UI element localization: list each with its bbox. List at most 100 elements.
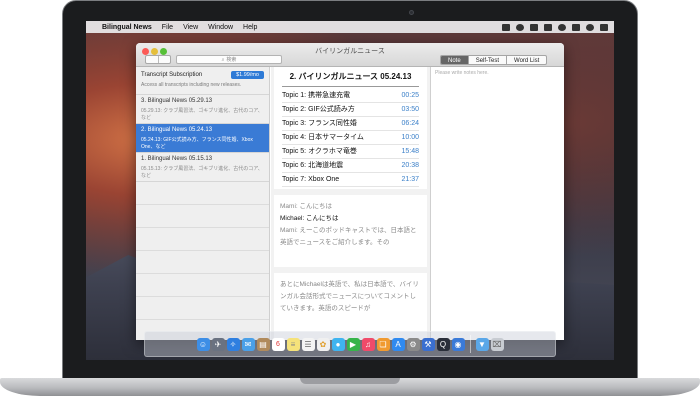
mail-icon[interactable]: ✉ [241, 337, 255, 351]
dock-separator [469, 335, 471, 353]
empty-row [136, 228, 269, 251]
messages-icon[interactable]: ● [331, 337, 345, 351]
topic-title: Topic 3: フランス同性婚 [282, 120, 357, 127]
episode-content: 2. バイリンガルニュース 05.24.13 Topic 1: 携帯急速充電 00… [271, 67, 431, 340]
status-app-icon[interactable] [502, 23, 510, 31]
menu-status-area [502, 23, 614, 31]
transcript-paragraph: あとにMichaelは英語で、私は日本語で、バイリンガル会話形式でニュースについ… [280, 281, 419, 312]
app-window: バイリンガルニュース ⌕ 検索 Note Self-Test Word List… [136, 43, 564, 340]
topic-title: Topic 1: 携帯急速充電 [282, 92, 351, 99]
dock: ☺ ✈ ✧ ✉ ▤ 6 ≡ ☰ ✿ ● ▶ ♫ ❏ A ⚙ ⚒ Q ◉ ▼ ⌧ [144, 331, 556, 357]
subscription-title: Transcript Subscription [141, 72, 203, 78]
sidebar-toggle-button[interactable] [145, 55, 171, 64]
menu-help[interactable]: Help [243, 24, 257, 31]
transcript-line: Mami: こんにちは [280, 203, 332, 210]
facetime-icon[interactable]: ▶ [346, 337, 360, 351]
view-segmented-control: Note Self-Test Word List [440, 55, 548, 65]
wifi-icon[interactable] [558, 23, 566, 31]
notes-icon[interactable]: ≡ [286, 337, 300, 351]
status-dropbox-icon[interactable] [530, 23, 538, 31]
topic-title: Topic 4: 日本サマータイム [282, 134, 364, 141]
episode-description: 05.24.13: GIF公式読み方、フランス同性婚、Xbox One、など [141, 137, 253, 150]
episode-heading: 2. バイリンガルニュース 05.24.13 [282, 71, 419, 87]
network-icon[interactable]: ◉ [451, 337, 465, 351]
spotlight-icon[interactable] [586, 23, 594, 31]
topic-time-link[interactable]: 20:38 [401, 159, 419, 172]
contacts-icon[interactable]: ▤ [256, 337, 270, 351]
empty-row [136, 182, 269, 205]
reminders-icon[interactable]: ☰ [301, 337, 315, 351]
search-placeholder: 検索 [226, 57, 237, 63]
episode-item-selected[interactable]: 2. Bilingual News 05.24.13 05.24.13: GIF… [136, 124, 269, 153]
photos-icon[interactable]: ✿ [316, 337, 330, 351]
menu-window[interactable]: Window [208, 24, 233, 31]
status-timemachine-icon[interactable] [544, 23, 552, 31]
topics-card: 2. バイリンガルニュース 05.24.13 Topic 1: 携帯急速充電 00… [274, 67, 427, 189]
transcript-card: あとにMichaelは英語で、私は日本語で、バイリンガル会話形式でニュースについ… [274, 273, 427, 340]
notes-editor[interactable]: Please write notes here. [432, 67, 564, 340]
empty-row [136, 251, 269, 274]
transcript-card: Mami: こんにちは Michael: こんにちは Mami: えーこのポッド… [274, 195, 427, 267]
notes-placeholder: Please write notes here. [435, 70, 489, 76]
xcode-icon[interactable]: ⚒ [421, 337, 435, 351]
menu-view[interactable]: View [183, 24, 198, 31]
subscription-description: Access all transcripts including new rel… [141, 82, 242, 88]
quicktime-icon[interactable]: Q [436, 337, 450, 351]
topic-time-link[interactable]: 00:25 [401, 89, 419, 102]
topic-time-link[interactable]: 06:24 [401, 117, 419, 130]
topic-time-link[interactable]: 03:50 [401, 103, 419, 116]
episode-item[interactable]: 3. Bilingual News 05.29.13 05.29.13: クラブ… [136, 95, 269, 124]
episode-description: 05.29.13: クラブ風習法、ゴキブリ進化、古代のコア、など [141, 108, 263, 121]
empty-row [136, 297, 269, 320]
topic-row[interactable]: Topic 1: 携帯急速充電 00:25 [282, 89, 419, 103]
tab-note[interactable]: Note [441, 56, 469, 64]
notification-center-icon[interactable] [600, 23, 608, 31]
menu-file[interactable]: File [162, 24, 173, 31]
topic-row[interactable]: Topic 7: Xbox One 21:37 [282, 173, 419, 187]
search-input[interactable]: ⌕ 検索 [176, 55, 282, 64]
episode-title: 1. Bilingual News 05.15.13 [141, 156, 213, 162]
transcript-line: Mami: えーこのポッドキャストでは、日本語と英語でニュースをご紹介します。そ… [280, 227, 417, 246]
episode-description: 05.15.13: クラブ風習法、ゴキブリ進化、古代のコア、など [141, 166, 263, 179]
topic-time-link[interactable]: 15:48 [401, 145, 419, 158]
episode-title: 2. Bilingual News 05.24.13 [141, 127, 213, 133]
laptop-notch [300, 378, 400, 384]
episode-sidebar: Transcript Subscription $1.99/mo Access … [136, 67, 270, 340]
transcript-line-active: Michael: こんにちは [280, 215, 339, 222]
search-icon: ⌕ [221, 56, 225, 63]
preferences-icon[interactable]: ⚙ [406, 337, 420, 351]
episode-title: 3. Bilingual News 05.29.13 [141, 98, 213, 104]
topic-row[interactable]: Topic 5: オクラホマ竜巻 15:48 [282, 145, 419, 159]
battery-icon[interactable] [572, 23, 580, 31]
music-icon[interactable]: ♫ [361, 337, 375, 351]
downloads-icon[interactable]: ▼ [475, 337, 489, 351]
tab-word-list[interactable]: Word List [507, 56, 546, 64]
menu-app-name[interactable]: Bilingual News [102, 24, 152, 31]
finder-icon[interactable]: ☺ [196, 337, 210, 351]
subscription-box: Transcript Subscription $1.99/mo Access … [136, 67, 269, 95]
calendar-icon[interactable]: 6 [271, 337, 285, 351]
topic-row[interactable]: Topic 3: フランス同性婚 06:24 [282, 117, 419, 131]
topic-row[interactable]: Topic 2: GIF公式読み方 03:50 [282, 103, 419, 117]
tab-self-test[interactable]: Self-Test [469, 56, 508, 64]
launchpad-icon[interactable]: ✈ [211, 337, 225, 351]
topic-title: Topic 5: オクラホマ竜巻 [282, 148, 357, 155]
trash-icon[interactable]: ⌧ [490, 337, 504, 351]
topic-row[interactable]: Topic 4: 日本サマータイム 10:00 [282, 131, 419, 145]
empty-row [136, 274, 269, 297]
empty-row [136, 205, 269, 228]
topic-title: Topic 6: 北海道地震 [282, 162, 344, 169]
books-icon[interactable]: ❏ [376, 337, 390, 351]
camera [409, 10, 414, 15]
title-bar: バイリンガルニュース ⌕ 検索 Note Self-Test Word List [136, 43, 564, 67]
topic-time-link[interactable]: 10:00 [401, 131, 419, 144]
appstore-icon[interactable]: A [391, 337, 405, 351]
topic-row[interactable]: Topic 6: 北海道地震 20:38 [282, 159, 419, 173]
safari-icon[interactable]: ✧ [226, 337, 240, 351]
episode-item[interactable]: 1. Bilingual News 05.15.13 05.15.13: クラブ… [136, 153, 269, 182]
status-sync-icon[interactable] [516, 23, 524, 31]
topic-title: Topic 2: GIF公式読み方 [282, 106, 355, 113]
topic-time-link[interactable]: 21:37 [401, 173, 419, 186]
subscribe-button[interactable]: $1.99/mo [231, 71, 264, 79]
menu-bar: Bilingual News File View Window Help [86, 21, 614, 33]
